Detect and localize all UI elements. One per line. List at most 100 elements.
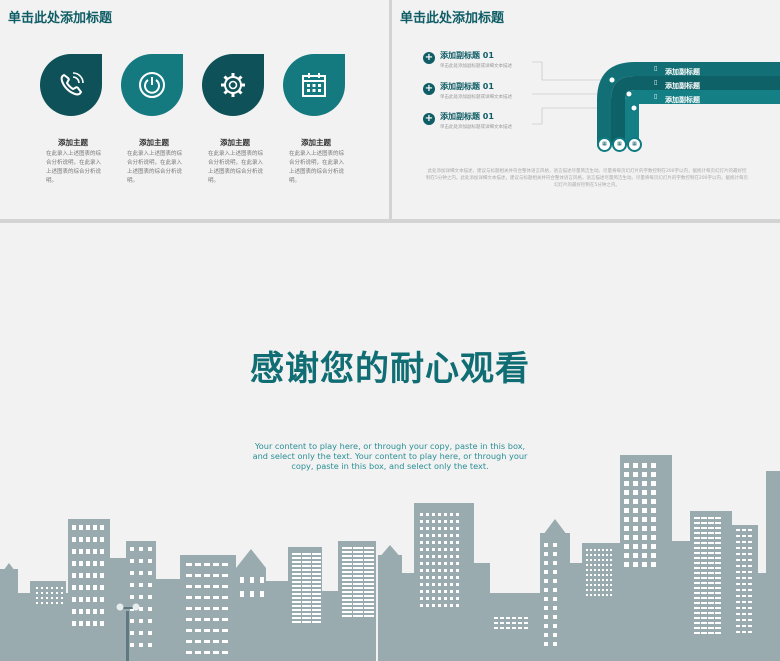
window bbox=[420, 597, 423, 600]
window bbox=[186, 563, 192, 566]
window bbox=[292, 609, 301, 611]
window bbox=[41, 587, 43, 589]
window bbox=[651, 481, 656, 486]
window bbox=[420, 576, 423, 579]
window bbox=[342, 547, 352, 549]
window bbox=[204, 585, 210, 588]
building bbox=[402, 573, 416, 661]
window bbox=[518, 627, 522, 629]
phone-icon bbox=[60, 72, 84, 96]
window bbox=[186, 651, 192, 654]
window bbox=[553, 588, 557, 592]
window bbox=[633, 562, 638, 567]
power-icon-badge bbox=[121, 54, 183, 116]
window bbox=[742, 535, 746, 537]
calendar-icon-badge bbox=[283, 54, 345, 116]
window bbox=[694, 602, 700, 604]
window bbox=[148, 559, 152, 563]
window bbox=[701, 532, 707, 534]
window bbox=[694, 547, 700, 549]
window bbox=[342, 595, 352, 597]
window bbox=[93, 561, 97, 566]
thanks-heading: 感谢您的耐心观看 bbox=[250, 349, 530, 389]
window bbox=[694, 517, 700, 519]
window bbox=[364, 575, 374, 577]
window bbox=[742, 577, 746, 579]
window bbox=[186, 629, 192, 632]
window bbox=[748, 565, 752, 567]
window bbox=[624, 517, 629, 522]
building bbox=[470, 563, 490, 661]
window bbox=[590, 584, 592, 586]
window bbox=[139, 631, 143, 635]
window bbox=[292, 557, 301, 559]
building bbox=[320, 591, 340, 661]
window bbox=[602, 574, 604, 576]
window bbox=[420, 604, 423, 607]
window bbox=[708, 547, 714, 549]
window bbox=[651, 517, 656, 522]
slide-pipes[interactable]: 单击此处添加标题 ▯ ▯ ▯ 添加副标题 添加副标题 添加副标题 ▦ ▦ ▦ +… bbox=[392, 0, 780, 219]
window bbox=[598, 594, 600, 596]
window bbox=[100, 597, 104, 602]
window bbox=[93, 573, 97, 578]
window bbox=[56, 587, 58, 589]
window bbox=[213, 618, 219, 621]
window bbox=[195, 607, 201, 610]
window bbox=[438, 597, 441, 600]
slide-icons[interactable]: 单击此处添加标题 添加主题 添加主题 添加主题 添加主题 在此录入上述图表的综合… bbox=[0, 0, 389, 219]
window bbox=[302, 585, 311, 587]
window bbox=[701, 552, 707, 554]
window bbox=[598, 584, 600, 586]
window bbox=[292, 585, 301, 587]
subtitle-title: 添加副标题 01 bbox=[440, 51, 494, 60]
window bbox=[432, 576, 435, 579]
window bbox=[364, 551, 374, 553]
window bbox=[736, 547, 740, 549]
window bbox=[553, 561, 557, 565]
window bbox=[624, 508, 629, 513]
window bbox=[701, 577, 707, 579]
window bbox=[694, 587, 700, 589]
window bbox=[708, 632, 714, 634]
window bbox=[292, 621, 301, 623]
window bbox=[624, 490, 629, 495]
window bbox=[708, 572, 714, 574]
slide-thanks[interactable]: 感谢您的耐心观看 Your content to play here, or t… bbox=[0, 223, 780, 661]
window bbox=[148, 547, 152, 551]
window bbox=[642, 508, 647, 513]
window bbox=[598, 564, 600, 566]
window bbox=[544, 543, 548, 547]
window bbox=[594, 579, 596, 581]
window bbox=[426, 555, 429, 558]
window bbox=[353, 599, 363, 601]
window bbox=[708, 607, 714, 609]
window bbox=[586, 569, 588, 571]
window bbox=[701, 517, 707, 519]
window bbox=[748, 535, 752, 537]
window bbox=[715, 592, 721, 594]
window bbox=[715, 627, 721, 629]
feature-desc: 在此录入上述图表的综合分析说明，在此录入上述图表的综合分析说明。 bbox=[208, 151, 264, 184]
window bbox=[444, 555, 447, 558]
window bbox=[432, 520, 435, 523]
window bbox=[420, 513, 423, 516]
window bbox=[651, 544, 656, 549]
window bbox=[148, 631, 152, 635]
window bbox=[633, 490, 638, 495]
window bbox=[302, 561, 311, 563]
window bbox=[195, 585, 201, 588]
window bbox=[292, 581, 301, 583]
window bbox=[742, 553, 746, 555]
building bbox=[266, 581, 288, 661]
window bbox=[450, 583, 453, 586]
window bbox=[610, 549, 612, 551]
window bbox=[353, 579, 363, 581]
window bbox=[292, 597, 301, 599]
window bbox=[701, 592, 707, 594]
window bbox=[364, 567, 374, 569]
window bbox=[213, 640, 219, 643]
window bbox=[438, 583, 441, 586]
window bbox=[432, 590, 435, 593]
window bbox=[186, 585, 192, 588]
